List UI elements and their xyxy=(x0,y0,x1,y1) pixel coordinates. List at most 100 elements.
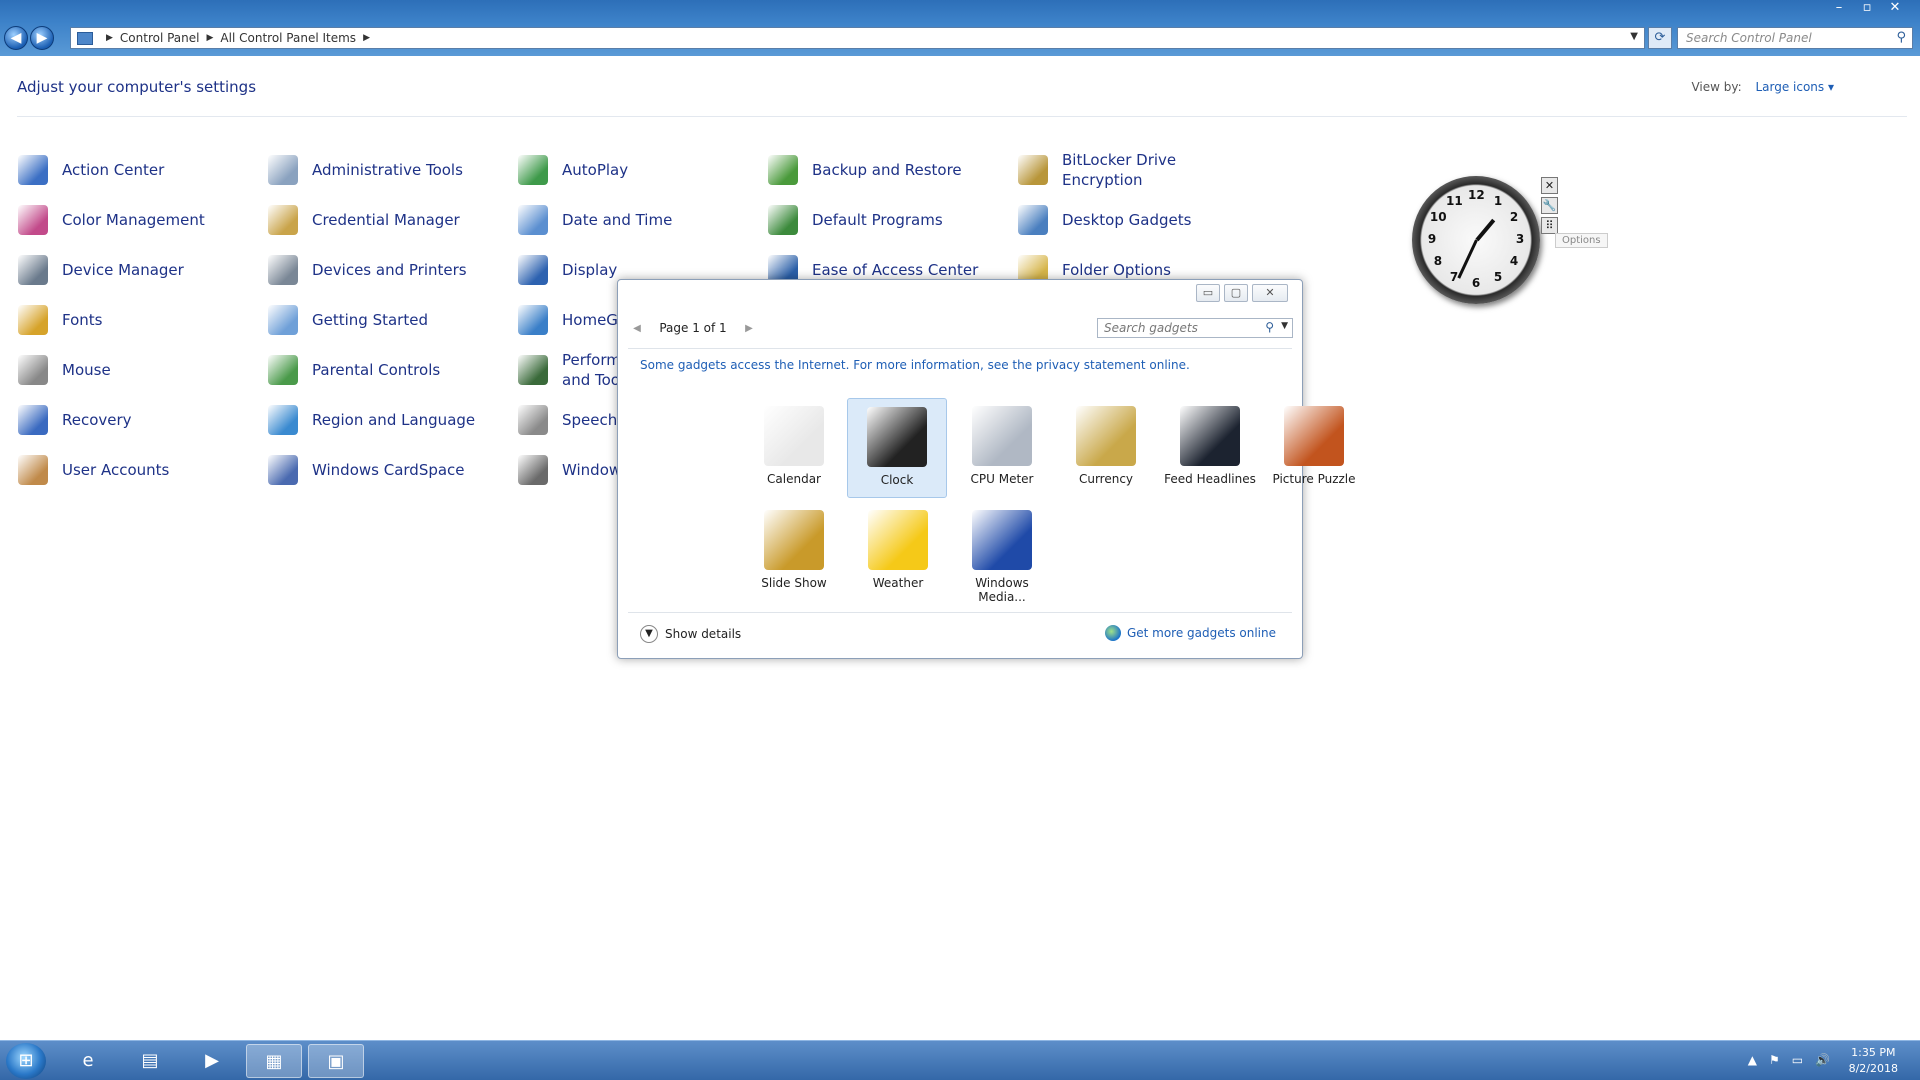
start-button[interactable]: ⊞ xyxy=(6,1043,46,1079)
get-more-gadgets-link[interactable]: Get more gadgets online xyxy=(1104,625,1276,641)
control-panel-item-label: Display xyxy=(562,261,618,279)
clock-number: 9 xyxy=(1427,232,1437,246)
show-details-button[interactable]: ▼ Show details xyxy=(640,625,741,643)
control-panel-item[interactable]: Default Programs xyxy=(768,198,1008,242)
control-panel-item[interactable]: Parental Controls xyxy=(268,348,508,392)
forward-button[interactable]: ▶ xyxy=(30,26,54,50)
volume-icon[interactable]: 🔊 xyxy=(1815,1053,1830,1067)
taskbar-time: 1:35 PM xyxy=(1851,1046,1896,1059)
minimize-button[interactable]: ▭ xyxy=(1196,284,1220,302)
chevron-down-icon[interactable]: ▼ xyxy=(1630,31,1638,42)
control-panel-item-icon xyxy=(1018,155,1048,185)
breadcrumb-all-items[interactable]: All Control Panel Items xyxy=(220,31,356,45)
privacy-notice-link[interactable]: Some gadgets access the Internet. For mo… xyxy=(640,358,1190,372)
gadget-tile[interactable]: Picture Puzzle xyxy=(1264,398,1364,498)
gadget-tile[interactable]: Feed Headlines xyxy=(1160,398,1260,498)
control-panel-item-icon xyxy=(518,405,548,435)
gadget-gallery-window: ▭ ▢ ✕ ◀ Page 1 of 1 ▶ Search gadgets ⚲ ▼… xyxy=(617,279,1356,659)
gadget-tile[interactable]: Calendar xyxy=(744,398,844,498)
address-bar[interactable]: ▶ Control Panel ▶ All Control Panel Item… xyxy=(70,27,1645,49)
control-panel-item-icon xyxy=(518,455,548,485)
breadcrumb-arrow-icon: ▶ xyxy=(206,33,214,43)
gadget-thumbnail xyxy=(764,510,824,570)
show-hidden-icons-icon[interactable]: ▲ xyxy=(1748,1053,1757,1067)
next-page-icon[interactable]: ▶ xyxy=(740,323,758,334)
search-input[interactable]: Search Control Panel ⚲ xyxy=(1677,27,1913,49)
get-more-gadgets-label: Get more gadgets online xyxy=(1126,626,1276,640)
clock-gadget[interactable]: 12 1 2 3 4 5 6 7 8 9 10 11 xyxy=(1412,176,1540,304)
control-panel-item[interactable]: Windows CardSpace xyxy=(268,448,508,492)
ie-button[interactable]: e xyxy=(60,1044,116,1078)
maximize-button[interactable]: ▫ xyxy=(1856,0,1878,16)
close-button[interactable]: ✕ xyxy=(1252,284,1288,302)
control-panel-item[interactable]: User Accounts xyxy=(18,448,258,492)
control-panel-item[interactable]: Device Manager xyxy=(18,248,258,292)
control-panel-button[interactable]: ▦ xyxy=(246,1044,302,1078)
drag-handle-icon[interactable]: ⠿ xyxy=(1541,217,1558,234)
gadget-tile[interactable]: Slide Show xyxy=(744,502,844,602)
gadget-tile[interactable]: Weather xyxy=(848,502,948,602)
control-panel-item[interactable]: Action Center xyxy=(18,148,258,192)
gadget-thumbnail xyxy=(972,406,1032,466)
gadgets-button[interactable]: ▣ xyxy=(308,1044,364,1078)
control-panel-item[interactable]: Region and Language xyxy=(268,398,508,442)
control-panel-item-icon xyxy=(1018,205,1048,235)
close-button[interactable]: ✕ xyxy=(1884,0,1906,16)
control-panel-item[interactable]: Date and Time xyxy=(518,198,758,242)
control-panel-item-label: Recovery xyxy=(62,411,132,429)
control-panel-item-icon xyxy=(18,305,48,335)
divider xyxy=(628,348,1292,349)
gadget-tile[interactable]: Windows Media... xyxy=(952,502,1052,604)
control-panel-item[interactable]: BitLocker Drive Encryption xyxy=(1018,148,1258,192)
control-panel-item[interactable]: Devices and Printers xyxy=(268,248,508,292)
options-icon[interactable]: 🔧 xyxy=(1541,197,1558,214)
previous-page-icon[interactable]: ◀ xyxy=(628,323,646,334)
media-player-button[interactable]: ▶ xyxy=(184,1044,240,1078)
gadget-tile[interactable]: Clock xyxy=(847,398,947,498)
gadget-label: Clock xyxy=(880,473,914,487)
gadget-label: Weather xyxy=(872,576,924,590)
gadget-search-input[interactable]: Search gadgets ⚲ ▼ xyxy=(1097,318,1293,338)
control-panel-item-label: Parental Controls xyxy=(312,361,441,379)
control-panel-item-label: Folder Options xyxy=(1062,261,1171,279)
control-panel-item[interactable]: Credential Manager xyxy=(268,198,508,242)
explorer-button[interactable]: ▤ xyxy=(122,1044,178,1078)
window-controls: – ▫ ✕ xyxy=(1828,0,1906,16)
control-panel-item-label: Date and Time xyxy=(562,211,673,229)
breadcrumb-control-panel[interactable]: Control Panel xyxy=(120,31,200,45)
control-panel-item[interactable]: Fonts xyxy=(18,298,258,342)
control-panel-item-icon xyxy=(768,155,798,185)
search-icon[interactable]: ⚲ xyxy=(1265,320,1274,334)
control-panel-item-icon xyxy=(518,155,548,185)
taskbar-clock[interactable]: 1:35 PM 8/2/2018 xyxy=(1849,1045,1898,1077)
control-panel-item-label: BitLocker Drive Encryption xyxy=(1062,151,1177,189)
view-by-dropdown[interactable]: Large icons ▾ xyxy=(1755,80,1834,94)
close-icon[interactable]: ✕ xyxy=(1541,177,1558,194)
control-panel-item-icon xyxy=(518,205,548,235)
chevron-down-icon[interactable]: ▼ xyxy=(1281,321,1288,331)
maximize-button[interactable]: ▢ xyxy=(1224,284,1248,302)
page-indicator: Page 1 of 1 xyxy=(659,321,727,335)
refresh-button[interactable]: ⟳ xyxy=(1648,27,1672,49)
back-button[interactable]: ◀ xyxy=(4,26,28,50)
control-panel-item-icon xyxy=(268,405,298,435)
control-panel-item[interactable]: Mouse xyxy=(18,348,258,392)
gadget-label: Feed Headlines xyxy=(1164,472,1256,486)
control-panel-item[interactable]: Administrative Tools xyxy=(268,148,508,192)
control-panel-item-icon xyxy=(518,255,548,285)
breadcrumb-arrow-icon: ▶ xyxy=(363,33,370,43)
control-panel-item-icon xyxy=(18,405,48,435)
network-icon[interactable]: ▭ xyxy=(1792,1053,1803,1067)
control-panel-item[interactable]: Backup and Restore xyxy=(768,148,1008,192)
control-panel-item[interactable]: Recovery xyxy=(18,398,258,442)
control-panel-item[interactable]: Getting Started xyxy=(268,298,508,342)
control-panel-item[interactable]: Color Management xyxy=(18,198,258,242)
search-icon[interactable]: ⚲ xyxy=(1896,30,1906,45)
gadget-tile[interactable]: CPU Meter xyxy=(952,398,1052,498)
control-panel-item[interactable]: Desktop Gadgets xyxy=(1018,198,1258,242)
minimize-button[interactable]: – xyxy=(1828,0,1850,16)
control-panel-item[interactable]: AutoPlay xyxy=(518,148,758,192)
gadget-label: Picture Puzzle xyxy=(1272,472,1356,486)
action-center-flag-icon[interactable]: ⚑ xyxy=(1769,1053,1780,1067)
gadget-tile[interactable]: Currency xyxy=(1056,398,1156,498)
